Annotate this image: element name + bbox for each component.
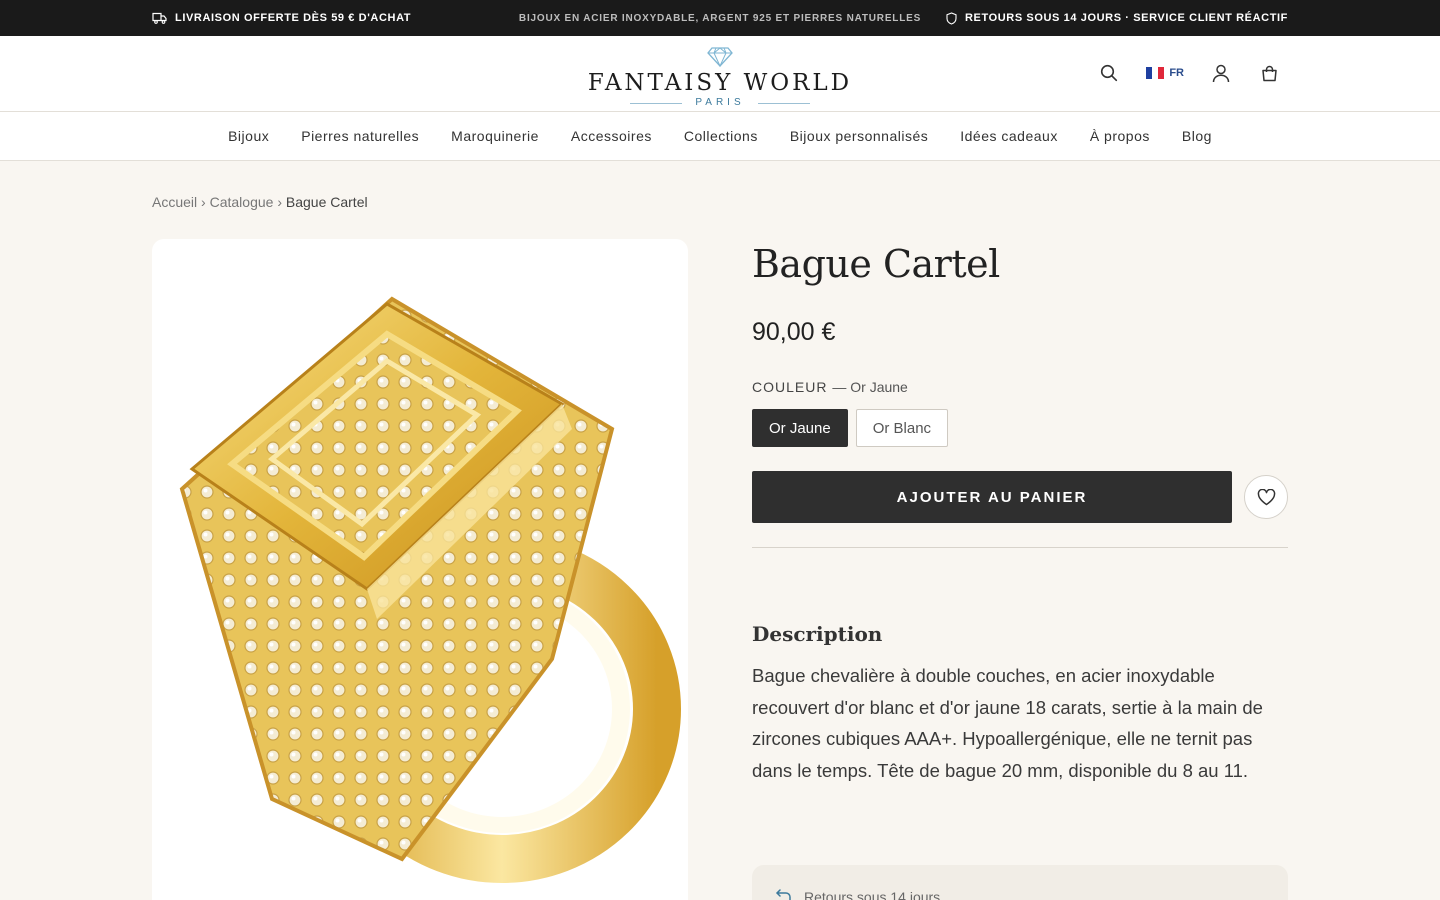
option-or-blanc[interactable]: Or Blanc bbox=[855, 409, 949, 447]
product-image[interactable] bbox=[152, 239, 688, 900]
diamond-icon bbox=[707, 47, 733, 68]
shopping-bag-icon bbox=[1261, 65, 1277, 81]
site-header: FANTAISY WORLD PARIS FR bbox=[0, 36, 1440, 112]
option-or-jaune[interactable]: Or Jaune bbox=[752, 409, 848, 447]
return-arrow-icon bbox=[775, 889, 791, 900]
breadcrumb-current: Bague Cartel bbox=[285, 194, 368, 210]
brand-city: PARIS bbox=[560, 97, 880, 109]
nav-item-bijoux-personnalises[interactable]: Bijoux personnalisés bbox=[790, 128, 928, 144]
announcement-shipping: LIVRAISON OFFERTE DÈS 59 € D'ACHAT bbox=[152, 0, 411, 36]
nav-item-collections[interactable]: Collections bbox=[684, 128, 758, 144]
product-price: 90,00 € bbox=[752, 318, 836, 346]
language-selector[interactable]: FR bbox=[1146, 67, 1184, 79]
cart-button[interactable] bbox=[1258, 62, 1280, 84]
brand-name: FANTAISY WORLD bbox=[587, 70, 853, 96]
product-title: Bague Cartel bbox=[752, 242, 1000, 286]
divider bbox=[752, 547, 1288, 548]
purchase-row: AJOUTER AU PANIER bbox=[752, 471, 1288, 523]
breadcrumb: Accueil › Catalogue › Bague Cartel bbox=[152, 194, 368, 210]
france-flag-icon bbox=[1146, 67, 1165, 79]
user-icon bbox=[1212, 64, 1230, 82]
nav-item-blog[interactable]: Blog bbox=[1182, 128, 1212, 144]
option-selected-value: — Or Jaune bbox=[832, 379, 908, 395]
language-code: FR bbox=[1169, 67, 1184, 79]
returns-perk: Retours sous 14 jours bbox=[752, 865, 1288, 900]
description-title: Description bbox=[752, 622, 883, 646]
brand-logo[interactable]: FANTAISY WORLD PARIS bbox=[560, 46, 880, 109]
main-navigation: Bijoux Pierres naturelles Maroquinerie A… bbox=[0, 112, 1440, 161]
announcement-returns: RETOURS SOUS 14 JOURS · SERVICE CLIENT R… bbox=[946, 0, 1288, 36]
nav-item-idees-cadeaux[interactable]: Idées cadeaux bbox=[960, 128, 1058, 144]
announcement-bar: LIVRAISON OFFERTE DÈS 59 € D'ACHAT BIJOU… bbox=[0, 0, 1440, 36]
option-label: COULEUR — Or Jaune bbox=[752, 379, 1288, 395]
wishlist-button[interactable] bbox=[1244, 475, 1288, 519]
breadcrumb-home[interactable]: Accueil bbox=[152, 194, 197, 210]
nav-item-maroquinerie[interactable]: Maroquinerie bbox=[451, 128, 539, 144]
account-button[interactable] bbox=[1210, 62, 1232, 84]
option-name: COULEUR bbox=[752, 379, 828, 395]
returns-perk-text: Retours sous 14 jours bbox=[804, 889, 941, 900]
announcement-returns-text: RETOURS SOUS 14 JOURS · SERVICE CLIENT R… bbox=[964, 12, 1288, 24]
search-icon bbox=[1101, 64, 1118, 82]
nav-item-bijoux[interactable]: Bijoux bbox=[228, 128, 269, 144]
announcement-shipping-text: LIVRAISON OFFERTE DÈS 59 € D'ACHAT bbox=[175, 12, 412, 24]
truck-icon bbox=[152, 12, 167, 24]
product-info: Bague Cartel 90,00 € COULEUR — Or Jaune … bbox=[752, 239, 1288, 786]
gold-ring-image bbox=[179, 296, 681, 883]
add-to-cart-button[interactable]: AJOUTER AU PANIER bbox=[752, 471, 1232, 523]
description-text: Bague chevalière à double couches, en ac… bbox=[752, 665, 1263, 781]
color-options: Or Jaune Or Blanc bbox=[752, 409, 1288, 447]
breadcrumb-separator: › bbox=[277, 194, 282, 210]
nav-item-pierres-naturelles[interactable]: Pierres naturelles bbox=[301, 128, 419, 144]
nav-item-accessoires[interactable]: Accessoires bbox=[571, 128, 652, 144]
shield-icon bbox=[946, 11, 957, 25]
nav-item-a-propos[interactable]: À propos bbox=[1090, 128, 1150, 144]
search-button[interactable] bbox=[1098, 62, 1120, 84]
breadcrumb-catalog[interactable]: Catalogue bbox=[210, 194, 274, 210]
header-actions: FR bbox=[1098, 62, 1280, 84]
heart-icon bbox=[1257, 488, 1275, 505]
breadcrumb-separator: › bbox=[201, 194, 206, 210]
